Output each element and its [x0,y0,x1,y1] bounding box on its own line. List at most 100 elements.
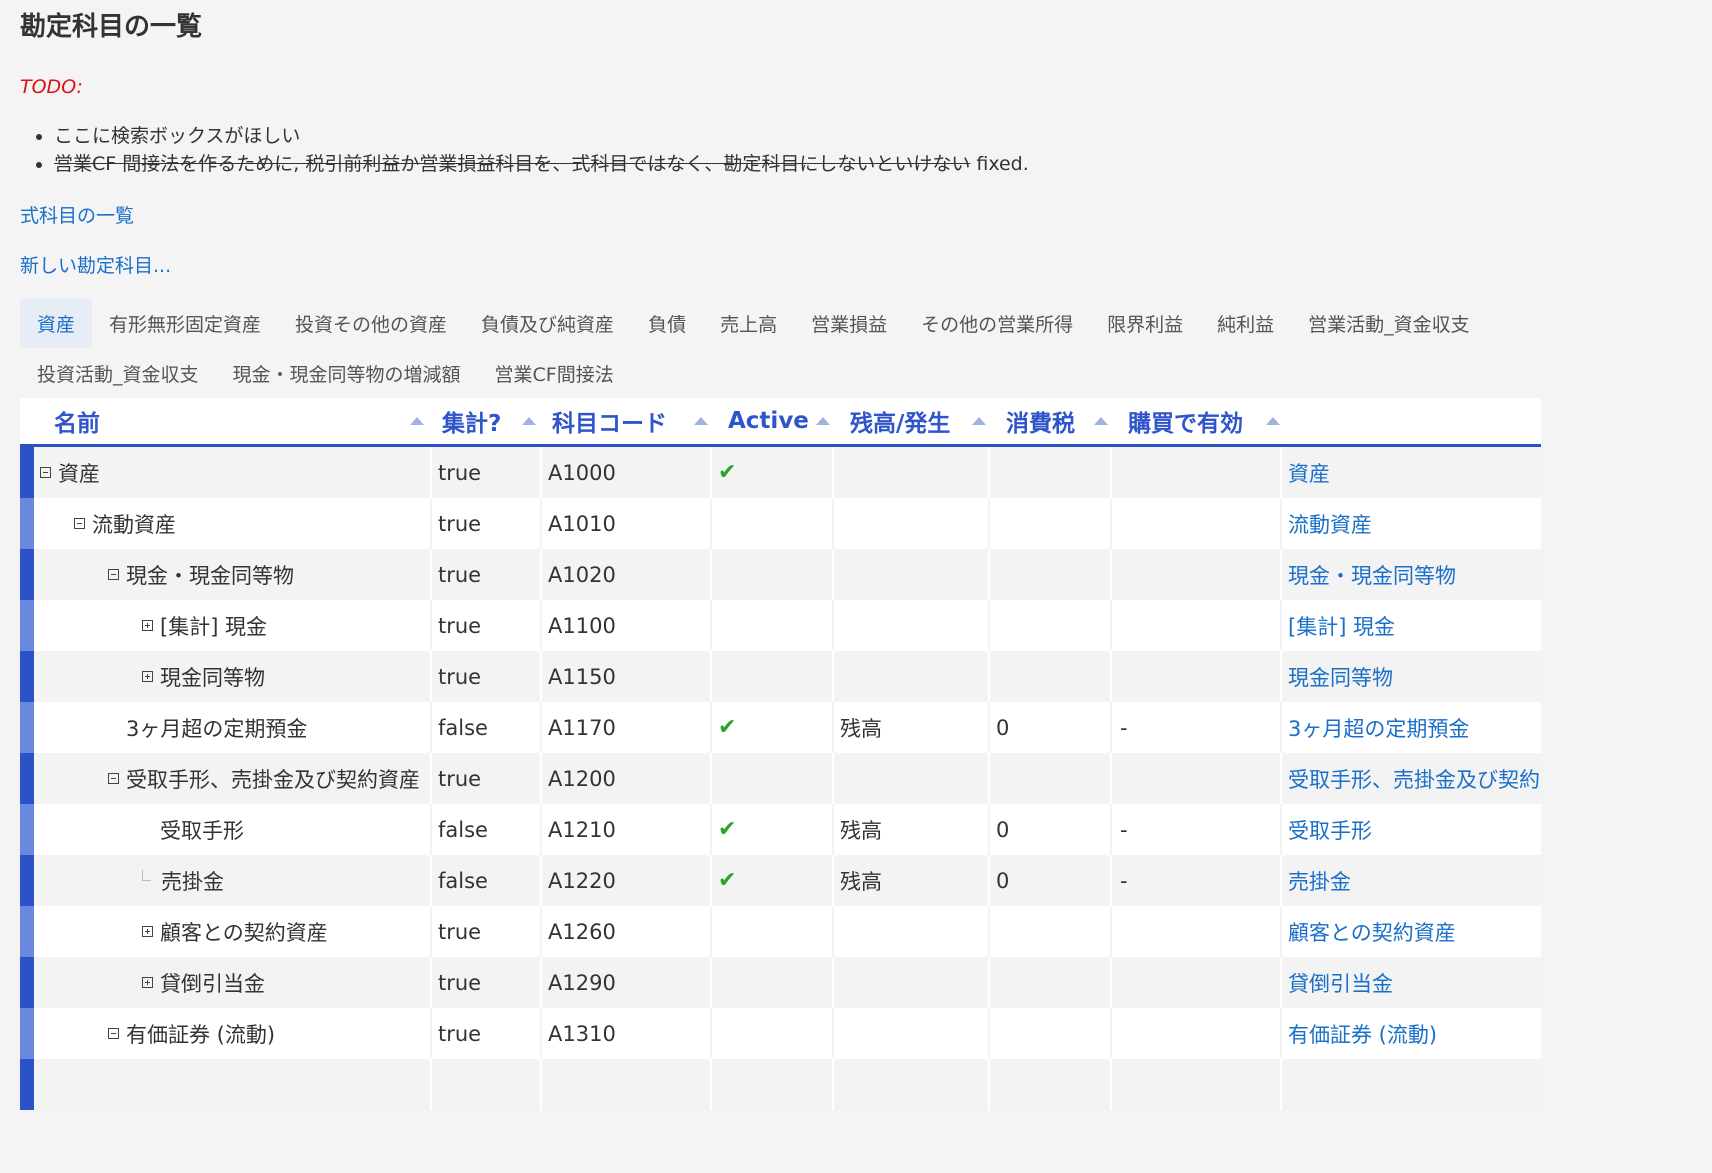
cell-tax [990,651,1112,702]
account-link[interactable]: 有価証券 (流動) [1282,1008,1541,1059]
collapse-icon[interactable] [108,1028,119,1039]
account-link[interactable]: 貸倒引当金 [1282,957,1541,1008]
new-account-link[interactable]: 新しい勘定科目... [20,251,171,278]
tab-1[interactable]: 有形無形固定資産 [92,298,278,348]
cell-active [712,600,834,651]
sort-asc-icon[interactable] [1266,417,1280,425]
category-tabs: 資産 有形無形固定資産 投資その他の資産 負債及び純資産 負債 売上高 営業損益 その他の営業… [20,298,1500,398]
todo-item-strike-text: 営業CF 間接法を作るために, 税引前利益か営業損益科目を、式科目ではなく、勘定… [54,153,971,175]
tab-10[interactable]: 営業活動_資金収支 [1291,298,1487,348]
account-link[interactable]: 受取手形 [1282,804,1541,855]
table-row[interactable] [20,1059,1541,1110]
tab-9[interactable]: 純利益 [1200,298,1291,348]
tab-12[interactable]: 現金・現金同等物の増減額 [216,348,478,398]
row-indicator [20,957,34,1008]
cell-tax [990,906,1112,957]
tab-13[interactable]: 営業CF間接法 [478,348,631,398]
tab-5[interactable]: 売上高 [703,298,794,348]
cell-code: A1260 [542,906,712,957]
sort-asc-icon[interactable] [816,417,830,425]
table-row[interactable]: 現金・現金同等物 true A1020 現金・現金同等物 [20,549,1541,600]
expand-icon[interactable] [142,620,153,631]
expand-icon[interactable] [142,977,153,988]
collapse-icon[interactable] [40,467,51,478]
table-row[interactable]: 3ヶ月超の定期預金 false A1170 ✔ 残高 0-3ヶ月超の定期預金 [20,702,1541,753]
table-row[interactable]: 売掛金 false A1220 ✔ 残高 0- 売掛金 [20,855,1541,906]
tab-3[interactable]: 負債及び純資産 [464,298,631,348]
accounts-grid: 名前 集計? 科目コード Active 残高/発生 消費税 購買で有効 資産 t… [20,398,1541,1110]
todo-item: ここに検索ボックスがほしい [54,122,1029,150]
cell-active [712,906,834,957]
account-name: 3ヶ月超の定期預金 [126,716,308,741]
expand-icon[interactable] [142,671,153,682]
sort-asc-icon[interactable] [694,417,708,425]
table-row[interactable]: 流動資産 true A1010 流動資産 [20,498,1541,549]
cell-aggregate: true [432,447,542,498]
cell-active: ✔ [712,855,834,906]
cell-active: ✔ [712,804,834,855]
account-link[interactable]: 顧客との契約資産 [1282,906,1541,957]
account-name: 売掛金 [161,869,224,894]
cell-balance-type: 残高 [834,702,990,753]
account-link[interactable]: 現金同等物 [1282,651,1541,702]
formula-list-link[interactable]: 式科目の一覧 [20,201,134,228]
tab-7[interactable]: その他の営業所得 [904,298,1090,348]
cell-balance-type [834,549,990,600]
account-link[interactable]: 流動資産 [1282,498,1541,549]
table-row[interactable]: 現金同等物 true A1150 現金同等物 [20,651,1541,702]
tab-6[interactable]: 営業損益 [794,298,904,348]
sort-asc-icon[interactable] [410,417,424,425]
sort-asc-icon[interactable] [522,417,536,425]
tab-11[interactable]: 投資活動_資金収支 [20,348,216,398]
column-header-balance-type[interactable]: 残高/発生 [836,398,992,444]
table-row[interactable]: [集計] 現金 true A1100 [集計] 現金 [20,600,1541,651]
tab-8[interactable]: 限界利益 [1090,298,1200,348]
collapse-icon[interactable] [108,773,119,784]
cell-name: 資産 [34,447,432,498]
account-link[interactable]: 受取手形、売掛金及び契約資産 [1282,753,1541,804]
cell-name: 流動資産 [34,498,432,549]
expand-icon[interactable] [142,926,153,937]
table-row[interactable]: 顧客との契約資産 true A1260 顧客との契約資産 [20,906,1541,957]
tab-2[interactable]: 投資その他の資産 [278,298,464,348]
table-row[interactable]: 貸倒引当金 true A1290 貸倒引当金 [20,957,1541,1008]
cell-code: A1150 [542,651,712,702]
tab-4[interactable]: 負債 [631,298,703,348]
table-row[interactable]: 受取手形、売掛金及び契約資産 trueA1200 受取手形、売掛金及び契約資産 [20,753,1541,804]
cell-code: A1310 [542,1008,712,1059]
column-header-purchase[interactable]: 購買で有効 [1114,398,1286,444]
cell-name: [集計] 現金 [34,600,432,651]
column-header-active[interactable]: Active [714,398,836,444]
column-header-aggregate[interactable]: 集計? [432,398,542,444]
table-row[interactable]: 資産 true A1000 ✔ 資産 [20,447,1541,498]
account-name: 有価証券 (流動) [126,1022,276,1047]
account-link[interactable]: 資産 [1282,447,1541,498]
account-name: [集計] 現金 [160,614,268,639]
cell-purchase [1112,651,1282,702]
table-row[interactable]: 受取手形 false A1210 ✔ 残高 0- 受取手形 [20,804,1541,855]
collapse-icon[interactable] [108,569,119,580]
row-indicator [20,447,34,498]
cell-name [34,1059,432,1110]
account-link[interactable]: 売掛金 [1282,855,1541,906]
account-link[interactable]: 現金・現金同等物 [1282,549,1541,600]
column-header-name[interactable]: 名前 [20,398,432,444]
tab-0[interactable]: 資産 [20,298,93,348]
account-link[interactable] [1282,1059,1541,1110]
account-name: 顧客との契約資産 [160,920,328,945]
column-header-tax[interactable]: 消費税 [992,398,1114,444]
account-link[interactable]: 3ヶ月超の定期預金 [1282,702,1541,753]
account-link[interactable]: [集計] 現金 [1282,600,1541,651]
collapse-icon[interactable] [74,518,85,529]
cell-active [712,957,834,1008]
cell-tax [990,1059,1112,1110]
table-row[interactable]: 有価証券 (流動) true A1310 有価証券 (流動) [20,1008,1541,1059]
account-name: 貸倒引当金 [160,971,265,996]
sort-asc-icon[interactable] [1094,417,1108,425]
row-indicator [20,753,34,804]
cell-active [712,1059,834,1110]
sort-asc-icon[interactable] [972,417,986,425]
column-header-balance-type-label: 残高/発生 [850,411,951,437]
check-icon: ✔ [718,460,737,485]
column-header-code[interactable]: 科目コード [542,398,714,444]
